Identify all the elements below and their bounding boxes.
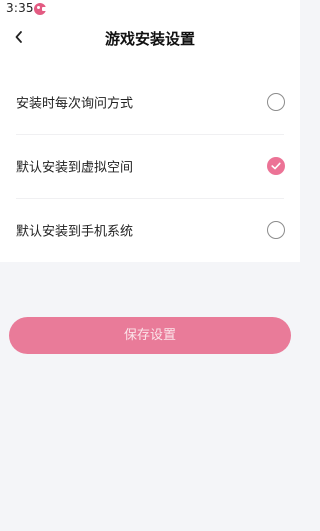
radio-unchecked-icon[interactable]: [267, 93, 285, 111]
option-phone-system[interactable]: 默认安装到手机系统: [0, 198, 300, 262]
page-title: 游戏安装设置: [104, 30, 195, 48]
option-label: 安装时每次询问方式: [16, 96, 134, 112]
check-icon: [271, 162, 281, 170]
option-ask-each-time[interactable]: 安装时每次询问方式: [0, 70, 300, 134]
radio-unchecked-icon[interactable]: [267, 221, 285, 239]
top-header: 3:35 游戏安装设置: [0, 0, 300, 70]
option-label: 默认安装到虚拟空间: [16, 160, 134, 176]
option-virtual-space[interactable]: 默认安装到虚拟空间: [0, 134, 300, 198]
radio-checked-icon[interactable]: [267, 157, 285, 175]
save-settings-button[interactable]: 保存设置: [9, 317, 291, 354]
option-label: 默认安装到手机系统: [16, 224, 134, 240]
install-options-list: 安装时每次询问方式 默认安装到虚拟空间 默认安装到手机系统: [0, 70, 300, 262]
nav-bar: 游戏安装设置: [0, 18, 300, 58]
status-time: 3:35: [6, 1, 34, 15]
app-notification-icon: [34, 3, 47, 15]
status-bar: 3:35: [0, 0, 300, 18]
